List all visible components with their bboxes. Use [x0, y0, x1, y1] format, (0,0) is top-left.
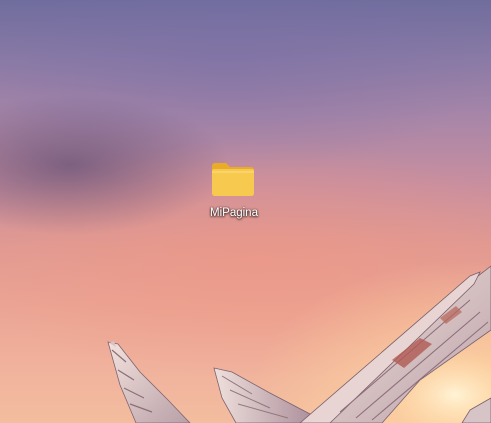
folder-icon: [212, 163, 254, 196]
folder-label[interactable]: MiPagina: [202, 207, 266, 219]
desktop-wallpaper[interactable]: MiPagina: [0, 0, 491, 423]
desktop-folder-mipagina[interactable]: MiPagina: [202, 156, 266, 224]
